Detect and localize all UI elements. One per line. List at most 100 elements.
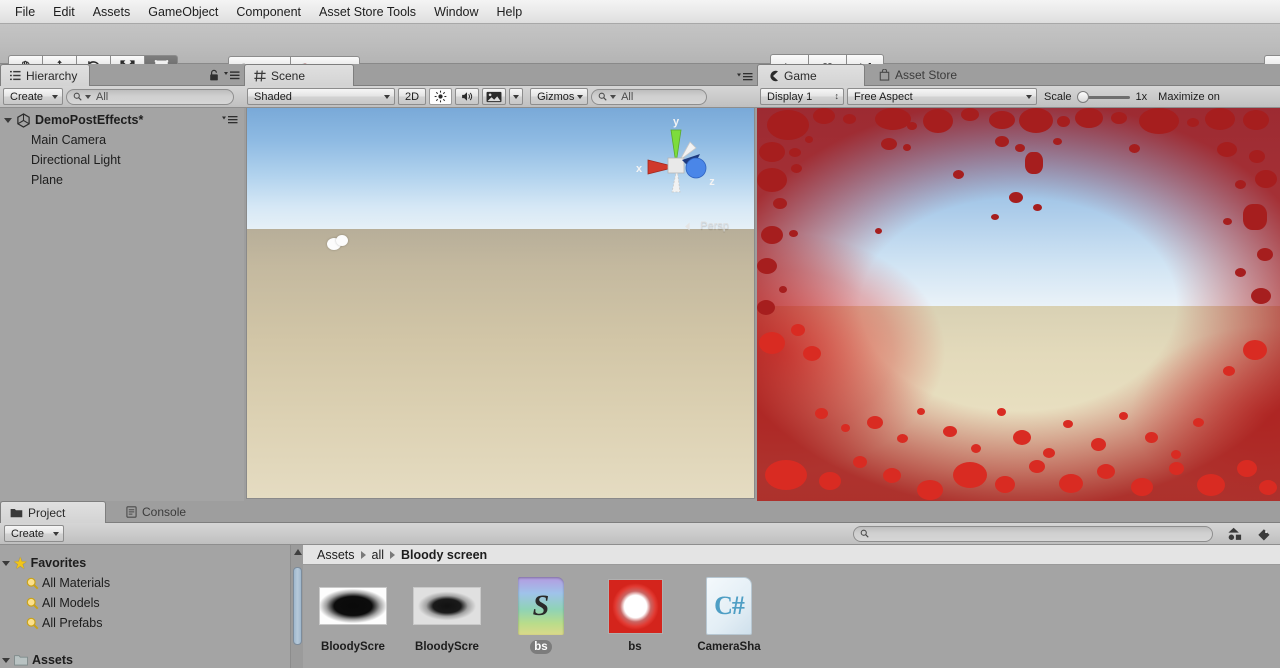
- search-icon: [73, 92, 82, 101]
- search-filter-chevron-icon: [85, 94, 91, 99]
- project-search-input[interactable]: [853, 525, 1213, 542]
- asset-item-camerashake-script[interactable]: C# CameraSha: [693, 577, 765, 654]
- scrollbar-thumb[interactable]: [293, 567, 302, 645]
- chevron-right-icon: [390, 550, 396, 559]
- shader-icon: S: [518, 577, 564, 635]
- scene-cloud-object[interactable]: [327, 235, 349, 251]
- scroll-up-arrow-icon[interactable]: [294, 549, 302, 555]
- chevron-down-icon[interactable]: [2, 657, 10, 663]
- svg-text:z: z: [709, 176, 715, 188]
- chevron-down-icon: [513, 94, 520, 99]
- tree-item-all-materials[interactable]: All Materials: [0, 573, 290, 593]
- project-toolbar: Create: [0, 523, 1280, 545]
- asset-grid: BloodyScre BloodyScre S bs bs C# CameraS…: [303, 565, 1280, 654]
- main-toolbar: Pivot Global: [0, 24, 1280, 82]
- game-aspect-dropdown[interactable]: Free Aspect: [847, 88, 1037, 105]
- menu-asset-store-tools[interactable]: Asset Store Tools: [310, 2, 425, 22]
- project-tabstrip: Project Console: [0, 501, 1280, 523]
- axis-gizmo-icon: y x z: [636, 116, 715, 193]
- scene-lighting-toggle[interactable]: [429, 88, 453, 105]
- tree-item-all-prefabs[interactable]: All Prefabs: [0, 613, 290, 633]
- hierarchy-tab-label: Hierarchy: [26, 68, 78, 83]
- menu-file[interactable]: File: [6, 2, 44, 22]
- asset-label: bs: [628, 641, 642, 653]
- search-icon: [860, 529, 869, 538]
- game-display-dropdown[interactable]: Display 1 ↕: [760, 88, 844, 105]
- breadcrumb-bloody-screen[interactable]: Bloody screen: [401, 548, 487, 562]
- scale-slider[interactable]: [1076, 90, 1131, 103]
- project-create-label: Create: [11, 527, 45, 540]
- panel-menu-icon[interactable]: [224, 70, 240, 81]
- scene-viewport[interactable]: y x z Persp: [246, 108, 755, 499]
- blood-red-texture-icon: [607, 578, 663, 634]
- scene-fx-dropdown[interactable]: [509, 88, 524, 105]
- hierarchy-scene-name: DemoPostEffects*: [35, 113, 144, 127]
- asset-item-bloodyscreen-blur[interactable]: BloodyScre: [411, 577, 483, 654]
- tab-console[interactable]: Console: [106, 501, 198, 522]
- menu-window[interactable]: Window: [425, 2, 487, 22]
- asset-label: BloodyScre: [321, 641, 385, 653]
- chevron-right-icon: [360, 550, 366, 559]
- slider-thumb[interactable]: [1076, 90, 1089, 103]
- tab-asset-store[interactable]: Asset Store: [865, 64, 969, 85]
- scene-gizmos-dropdown[interactable]: Gizmos: [530, 88, 589, 105]
- scene-draw-mode-dropdown[interactable]: Shaded: [247, 88, 395, 105]
- asset-item-bs-shader[interactable]: S bs: [505, 577, 577, 654]
- chevron-down-icon[interactable]: [2, 560, 10, 566]
- filter-by-type-button[interactable]: [1223, 527, 1248, 541]
- tab-hierarchy[interactable]: Hierarchy: [0, 64, 91, 86]
- hierarchy-item-directional-light[interactable]: Directional Light: [0, 150, 244, 170]
- scene-view-gizmo[interactable]: y x z: [626, 112, 726, 212]
- tree-item-assets[interactable]: Assets: [0, 650, 290, 668]
- scene-fx-toggle[interactable]: [482, 88, 507, 105]
- project-content-pane: Assets all Bloody screen BloodyScre Bloo…: [303, 545, 1280, 668]
- game-viewport[interactable]: [757, 108, 1280, 501]
- game-scale-slider-group[interactable]: Scale 1x: [1044, 90, 1147, 103]
- hierarchy-scene-menu[interactable]: [222, 115, 238, 125]
- project-tree-scrollbar[interactable]: [290, 545, 303, 668]
- search-icon: [598, 92, 607, 101]
- asset-thumbnail: [317, 577, 389, 635]
- hierarchy-search-input[interactable]: All: [66, 88, 234, 105]
- asset-item-bloodyscreen-black[interactable]: BloodyScre: [317, 577, 389, 654]
- tree-item-favorites[interactable]: ★ Favorites: [0, 553, 290, 573]
- scene-2d-toggle[interactable]: 2D: [398, 88, 427, 105]
- game-scale-label: Scale: [1044, 90, 1072, 103]
- hierarchy-scene-root[interactable]: DemoPostEffects*: [0, 110, 244, 130]
- lock-icon[interactable]: [209, 69, 219, 82]
- game-maximize-toggle[interactable]: Maximize on: [1158, 91, 1220, 103]
- scene-panel-menu[interactable]: [737, 72, 753, 82]
- scene-tabstrip: Scene: [244, 64, 757, 86]
- filter-by-label-button[interactable]: [1252, 527, 1276, 541]
- star-icon: ★: [14, 555, 27, 571]
- menu-component[interactable]: Component: [227, 2, 310, 22]
- tab-scene[interactable]: Scene: [244, 64, 354, 86]
- breadcrumb-all[interactable]: all: [372, 548, 385, 562]
- hierarchy-create-button[interactable]: Create: [3, 88, 63, 105]
- project-create-button[interactable]: Create: [4, 525, 64, 542]
- game-subtoolbar: Display 1 ↕ Free Aspect Scale 1x Maximiz…: [757, 86, 1280, 108]
- tab-project[interactable]: Project: [0, 501, 106, 523]
- scene-search-input[interactable]: All: [591, 88, 708, 105]
- hierarchy-item-main-camera[interactable]: Main Camera: [0, 130, 244, 150]
- project-body: ★ Favorites All Materials All Models All…: [0, 545, 1280, 668]
- menu-assets[interactable]: Assets: [84, 2, 140, 22]
- hierarchy-item-plane[interactable]: Plane: [0, 170, 244, 190]
- tree-item-label: Assets: [32, 653, 73, 667]
- asset-item-bs-texture[interactable]: bs: [599, 577, 671, 654]
- search-icon: [26, 597, 39, 609]
- scene-projection-label[interactable]: Persp: [685, 220, 729, 232]
- tab-game[interactable]: Game: [757, 64, 865, 86]
- menu-help[interactable]: Help: [488, 2, 532, 22]
- game-tabstrip: Game Asset Store: [757, 64, 1280, 86]
- menu-gameobject[interactable]: GameObject: [139, 2, 227, 22]
- asset-label: CameraSha: [697, 641, 761, 653]
- scene-audio-toggle[interactable]: [455, 88, 480, 105]
- breadcrumb-assets[interactable]: Assets: [317, 548, 355, 562]
- hierarchy-subtoolbar: Create All: [0, 86, 244, 108]
- chevron-down-icon[interactable]: [4, 117, 12, 123]
- menu-edit[interactable]: Edit: [44, 2, 84, 22]
- arrow-left-icon: [685, 221, 690, 231]
- tree-item-all-models[interactable]: All Models: [0, 593, 290, 613]
- project-tab-label: Project: [28, 505, 66, 520]
